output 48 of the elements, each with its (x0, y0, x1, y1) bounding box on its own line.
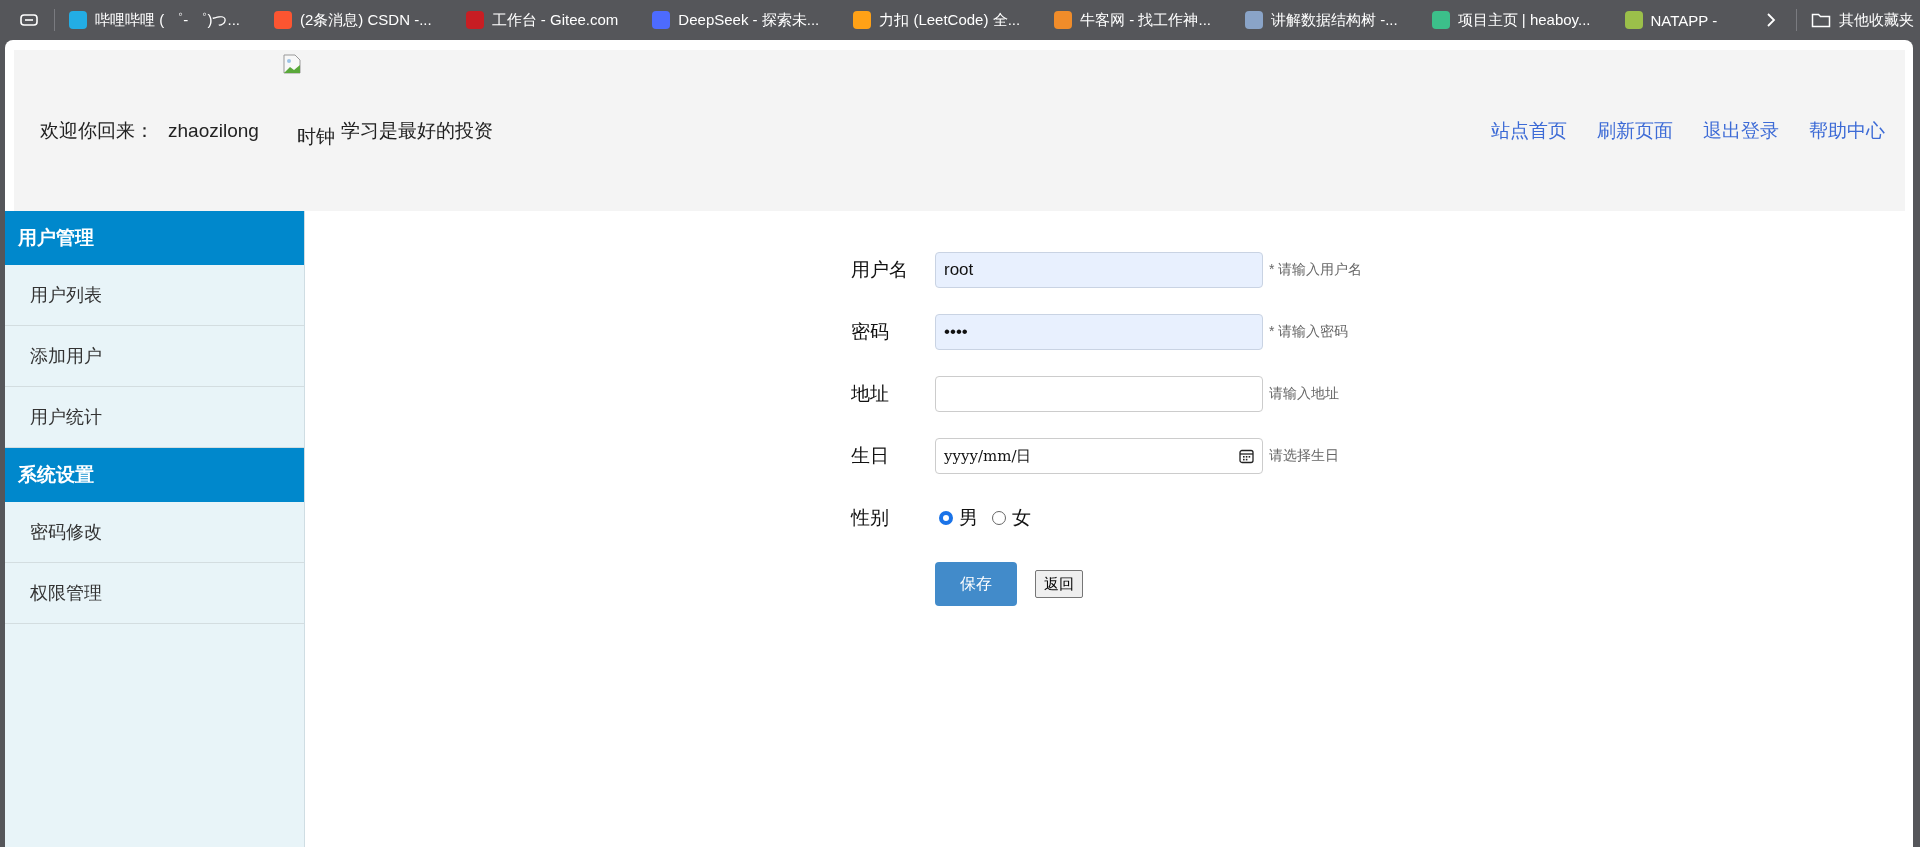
sidebar-item[interactable]: 添加用户 (5, 326, 304, 387)
field-hint: 请选择生日 (1269, 447, 1339, 465)
back-button[interactable]: 返回 (1035, 570, 1083, 598)
nav-link[interactable]: 退出登录 (1703, 117, 1779, 144)
calendar-icon[interactable] (1239, 448, 1254, 464)
bookmark[interactable]: 项目主页 | heaboy... (1431, 10, 1591, 30)
save-button[interactable]: 保存 (935, 562, 1017, 606)
nav-link[interactable]: 站点首页 (1491, 117, 1567, 144)
date-field[interactable]: yyyy/mm/日 (935, 438, 1263, 474)
field-hint: * 请输入密码 (1269, 323, 1349, 341)
field-label: 地址 (851, 382, 890, 406)
bookmark[interactable]: 哔哩哔哩 ( ゜- ゜)つ... (69, 10, 240, 30)
bookmark[interactable]: DeepSeek - 探索未... (652, 10, 820, 30)
motto-text: 学习是最好的投资 (340, 118, 493, 143)
field-label: 密码 (851, 320, 890, 344)
text-field[interactable] (935, 376, 1263, 412)
bookmark[interactable]: 牛客网 - 找工作神... (1054, 10, 1211, 30)
text-field[interactable]: root (935, 252, 1263, 288)
bookmark[interactable]: 工作台 - Gitee.com (465, 10, 619, 30)
sidebar-item[interactable]: 权限管理 (5, 563, 304, 624)
sidebar-group-header[interactable]: 系统设置 (5, 448, 304, 502)
field-hint: 请输入地址 (1269, 385, 1339, 403)
folder-icon (1811, 12, 1831, 28)
sidebar-group-header[interactable]: 用户管理 (5, 211, 304, 265)
sidebar-item[interactable]: 用户列表 (5, 265, 304, 326)
broken-image-icon (283, 54, 301, 74)
radio-label: 女 (1012, 506, 1031, 530)
radio-button[interactable] (992, 511, 1006, 525)
bookmark[interactable]: 力扣 (LeetCode) 全... (853, 10, 1021, 30)
chevron-right-icon[interactable] (1766, 12, 1776, 28)
field-label: 用户名 (851, 258, 909, 282)
bookmark[interactable]: 讲解数据结构树 -... (1245, 10, 1398, 30)
bookmark[interactable]: (2条消息) CSDN -... (274, 10, 432, 30)
welcome-text: 欢迎你回来： (40, 118, 154, 143)
field-label: 生日 (851, 444, 890, 468)
radio-label: 男 (959, 506, 978, 530)
nav-link[interactable]: 帮助中心 (1809, 117, 1885, 144)
text-field[interactable]: •••• (935, 314, 1263, 350)
clock-text: 时钟 (296, 124, 335, 149)
nav-link[interactable]: 刷新页面 (1597, 117, 1673, 144)
bookmark[interactable]: NATAPP - (1624, 11, 1718, 29)
sidebar-item[interactable]: 密码修改 (5, 502, 304, 563)
radio-button[interactable] (939, 511, 953, 525)
field-label: 性别 (851, 506, 890, 530)
bookmark-folder[interactable]: 其他收藏夹 (1811, 10, 1914, 30)
tab-search-icon[interactable] (20, 13, 38, 27)
field-hint: * 请输入用户名 (1269, 261, 1363, 279)
username: zhaozilong (168, 119, 259, 142)
